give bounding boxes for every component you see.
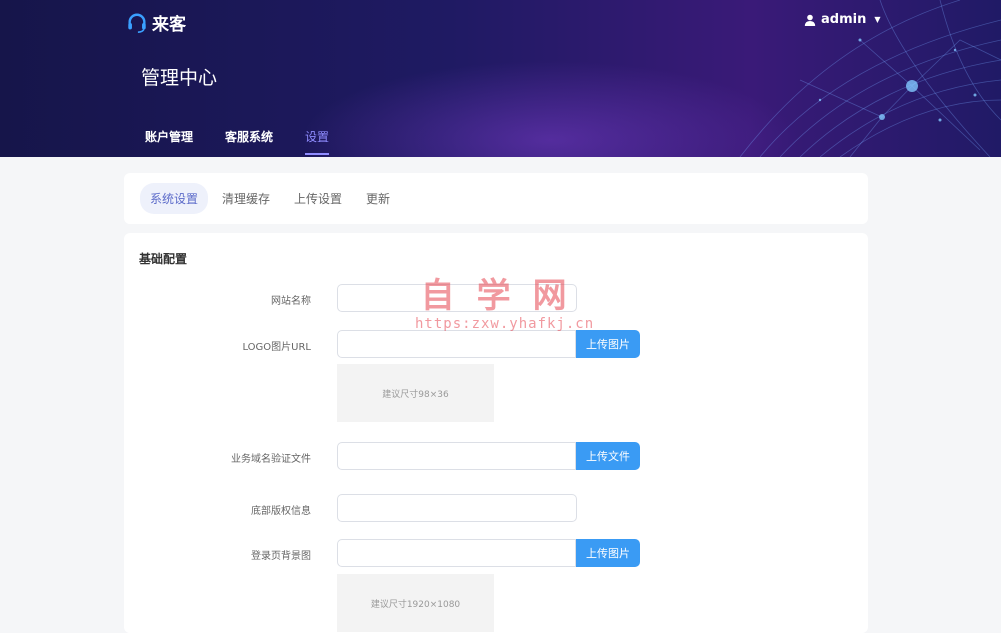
nav-item-account[interactable]: 账户管理 [145,128,193,155]
section-title: 基础配置 [139,252,188,266]
nav-item-settings[interactable]: 设置 [305,128,330,155]
logo-url-input[interactable] [337,330,576,358]
nav-item-customer-service[interactable]: 客服系统 [225,128,273,155]
login-bg-label: 登录页背景图 [251,551,311,562]
basic-config-form: 基础配置 网站名称 LOGO图片URL 上传图片 建议尺寸98×36 业务域名验… [124,233,868,633]
login-bg-preview: 建议尺寸1920×1080 [337,574,494,632]
headset-logo-icon [128,13,146,33]
settings-tabs: 系统设置 清理缓存 上传设置 更新 [124,173,868,224]
domain-verify-label: 业务域名验证文件 [231,454,311,465]
site-name-input[interactable] [337,284,577,312]
login-bg-input[interactable] [337,539,576,567]
user-icon [804,14,816,26]
site-name-label: 网站名称 [271,296,311,307]
page-title: 管理中心 [141,67,218,89]
upload-logo-button[interactable]: 上传图片 [576,330,640,358]
caret-down-icon: ▼ [874,15,881,24]
tab-upload-settings[interactable]: 上传设置 [284,183,352,214]
logo-text: 来客 [152,15,186,35]
tab-clear-cache[interactable]: 清理缓存 [212,183,280,214]
main-nav: 账户管理 客服系统 设置 [145,128,361,155]
domain-verify-input[interactable] [337,442,576,470]
copyright-label: 底部版权信息 [251,506,311,517]
logo-preview: 建议尺寸98×36 [337,364,494,422]
user-name: admin [821,12,867,27]
header: 来客 admin ▼ 管理中心 账户管理 客服系统 设置 [0,0,1001,157]
copyright-input[interactable] [337,494,577,522]
tab-update[interactable]: 更新 [356,183,400,214]
logo[interactable]: 来客 [126,10,186,35]
upload-file-button[interactable]: 上传文件 [576,442,640,470]
tab-system-settings[interactable]: 系统设置 [140,183,209,214]
upload-login-bg-button[interactable]: 上传图片 [576,539,640,567]
user-menu[interactable]: admin ▼ [804,12,881,27]
logo-url-label: LOGO图片URL [242,342,311,353]
